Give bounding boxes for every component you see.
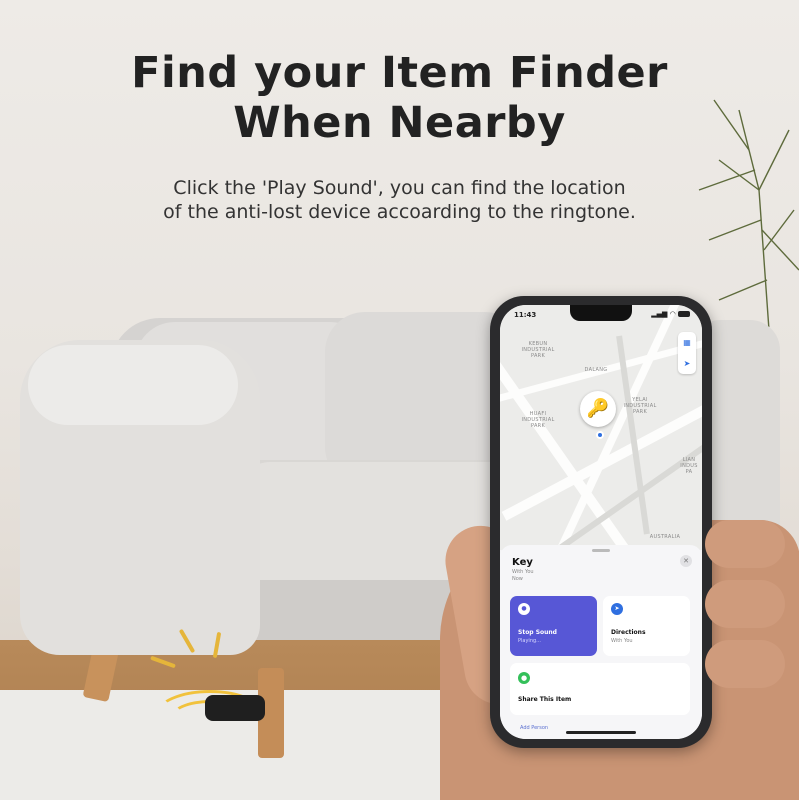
close-button[interactable]: ✕ xyxy=(680,555,692,567)
hand-finger xyxy=(705,520,785,568)
subheadline-line-1: Click the 'Play Sound', you can find the… xyxy=(173,177,626,199)
hand-finger xyxy=(705,640,785,688)
item-subtitle: With You xyxy=(512,569,534,575)
directions-button[interactable]: ➤ Directions With You xyxy=(603,596,690,656)
sofa-left-arm-top xyxy=(28,345,238,425)
location-arrow-icon[interactable]: ➤ xyxy=(678,353,696,374)
directions-label: Directions xyxy=(611,629,646,636)
headline-line-2: When Nearby xyxy=(233,98,566,148)
hand-finger xyxy=(705,580,785,628)
map-label: AUSTRALIA xyxy=(649,534,681,540)
home-indicator xyxy=(566,731,636,734)
key-icon[interactable]: 🔑 xyxy=(580,391,616,427)
battery-icon xyxy=(678,311,690,317)
map-label: DALANG xyxy=(584,367,608,373)
tracker-device xyxy=(205,695,265,721)
sheet-grabber[interactable] xyxy=(592,549,610,552)
stop-sound-label: Stop Sound xyxy=(518,629,557,636)
signal-icon: ▂▄▆ xyxy=(651,310,668,318)
subheadline-line-2: of the anti-lost device accoarding to th… xyxy=(163,201,636,223)
share-item-label: Share This Item xyxy=(518,696,572,703)
directions-icon: ➤ xyxy=(611,603,623,615)
hero-scene: Find your Item Finder When Nearby Click … xyxy=(0,0,799,800)
map-controls: ▦ ➤ xyxy=(678,332,696,374)
subheadline: Click the 'Play Sound', you can find the… xyxy=(0,176,799,224)
plant-decoration xyxy=(698,99,799,330)
item-detail-sheet: Key With You Now ✕ ● Stop Sound Playing.… xyxy=(500,545,702,739)
phone-screen: KEBUN INDUSTRIAL PARK DALANG HUAFI INDUS… xyxy=(500,305,702,739)
headline-line-1: Find your Item Finder xyxy=(131,48,668,98)
map-label: KEBUN INDUSTRIAL PARK xyxy=(521,341,555,359)
status-time: 11:43 xyxy=(514,311,537,319)
user-location-dot xyxy=(596,431,604,439)
play-sound-icon: ● xyxy=(518,603,530,615)
wifi-icon: ◠ xyxy=(669,310,676,318)
stop-sound-status: Playing... xyxy=(518,638,541,644)
item-title: Key xyxy=(512,557,533,568)
directions-sub: With You xyxy=(611,638,633,644)
map-label: LIAN INDUS PA xyxy=(680,457,698,475)
add-person-link[interactable]: Add Person xyxy=(520,725,548,731)
map-layers-icon[interactable]: ▦ xyxy=(678,332,696,353)
map-label: HUAFI INDUSTRIAL PARK xyxy=(521,411,555,429)
status-icons: ▂▄▆ ◠ xyxy=(651,310,690,318)
map-view[interactable]: KEBUN INDUSTRIAL PARK DALANG HUAFI INDUS… xyxy=(500,305,702,550)
headline: Find your Item Finder When Nearby xyxy=(0,48,799,148)
phone-notch xyxy=(570,305,632,321)
share-people-icon: ● xyxy=(518,672,530,684)
share-item-button[interactable]: ● Share This Item xyxy=(510,663,690,715)
item-status: Now xyxy=(512,576,523,582)
map-label: YELAI INDUSTRIAL PARK xyxy=(623,397,657,415)
stop-sound-button[interactable]: ● Stop Sound Playing... xyxy=(510,596,597,656)
